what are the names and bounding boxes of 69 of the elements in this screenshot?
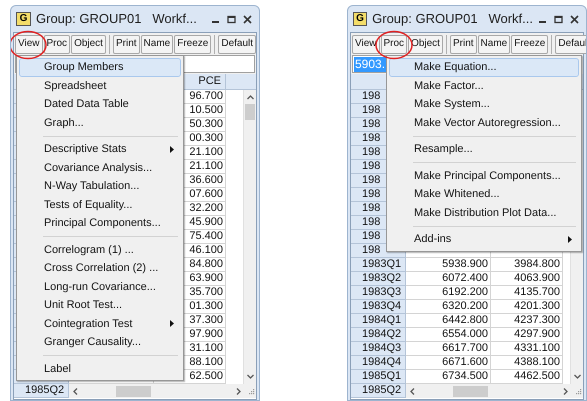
table-cell: 4063.900	[491, 272, 563, 286]
table-cell: 4135.700	[491, 286, 563, 300]
row-header: 1984Q3	[351, 342, 406, 356]
table-cell: 6192.200	[406, 286, 491, 300]
scroll-right-icon[interactable]	[234, 386, 243, 396]
table-cell: 4201.300	[491, 300, 563, 314]
scroll-down-icon[interactable]	[572, 372, 582, 381]
table-cell: 3984.800	[491, 258, 563, 272]
horizontal-scrollbar[interactable]	[69, 384, 256, 398]
submenu-arrow-icon	[568, 236, 572, 243]
table-cell: 6734.500	[406, 370, 491, 384]
row-header: 1983Q2	[351, 272, 406, 286]
maximize-icon[interactable]	[227, 14, 236, 24]
toolbar-button[interactable]: Name	[478, 34, 510, 54]
toolbar-button[interactable]: Name	[140, 34, 174, 54]
table-cell: 4331.100	[491, 342, 563, 356]
table-cell: 4237.300	[491, 314, 563, 328]
table-cell: 5938.900	[406, 258, 491, 272]
toolbar-button[interactable]: Freeze	[511, 34, 548, 54]
row-header: 1984Q1	[351, 314, 406, 328]
table-cell: 6320.200	[406, 300, 491, 314]
column-header	[226, 74, 256, 90]
table-cell: 6671.600	[406, 356, 491, 370]
table-cell: 4388.100	[491, 356, 563, 370]
row-header: 1983Q3	[351, 286, 406, 300]
scroll-left-icon[interactable]	[408, 386, 417, 396]
table-cell: 6554.000	[406, 328, 491, 342]
toolbar-button[interactable]: Print	[450, 34, 477, 54]
table-cell: 6442.800	[406, 314, 491, 328]
scroll-left-icon[interactable]	[71, 386, 80, 396]
row-header: 1983Q4	[351, 300, 406, 314]
toolbar-button[interactable]: Proc	[380, 34, 408, 54]
row-header: 1985Q2	[351, 384, 406, 398]
toolbar-button[interactable]: Object	[71, 34, 106, 54]
scroll-down-icon[interactable]	[246, 372, 254, 381]
maximize-icon[interactable]	[554, 14, 563, 24]
toolbar-button[interactable]: Proc	[44, 34, 70, 54]
toolbar-button[interactable]: Default	[218, 34, 256, 54]
scroll-up-icon[interactable]	[246, 93, 254, 102]
vertical-scrollbar[interactable]	[243, 90, 256, 384]
table-cell: 4297.900	[491, 328, 563, 342]
resize-grip-icon[interactable]	[574, 387, 582, 395]
scrollbar-thumb[interactable]	[453, 386, 488, 396]
app-badge: G	[353, 12, 368, 26]
menu-item[interactable]: Make Equation...	[389, 58, 579, 76]
row-header: 1985Q2	[14, 384, 69, 398]
submenu-arrow-icon	[170, 320, 174, 328]
table-cell: 6072.400	[406, 272, 491, 286]
window-title: Group: GROUP01 Workf...	[36, 10, 197, 28]
row-header: 1984Q2	[351, 328, 406, 342]
resize-grip-icon[interactable]	[247, 387, 255, 395]
close-icon[interactable]	[570, 14, 579, 24]
horizontal-scrollbar[interactable]	[406, 384, 583, 398]
menu-item[interactable]: Group Members	[19, 58, 181, 76]
table-cell: 6617.700	[406, 342, 491, 356]
toolbar-button[interactable]: Print	[112, 34, 140, 54]
row-header: 1983Q1	[351, 258, 406, 272]
close-icon[interactable]	[243, 14, 252, 24]
submenu-arrow-icon	[170, 146, 174, 153]
row-header: 1985Q1	[351, 370, 406, 384]
toolbar-button[interactable]: View	[15, 34, 42, 54]
scroll-right-icon[interactable]	[561, 386, 570, 396]
scrollbar-thumb[interactable]	[116, 386, 151, 396]
scrollbar-thumb[interactable]	[245, 104, 255, 120]
window-title: Group: GROUP01 Workf...	[372, 10, 533, 28]
app-badge: G	[16, 12, 31, 26]
toolbar-button[interactable]: Freeze	[174, 34, 212, 54]
row-header: 1984Q4	[351, 356, 406, 370]
table-cell: 4462.500	[491, 370, 563, 384]
